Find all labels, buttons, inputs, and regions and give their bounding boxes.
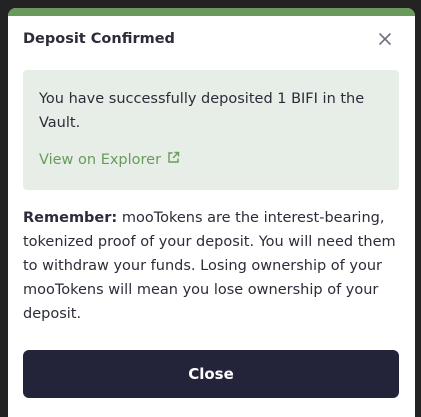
modal-title: Deposit Confirmed xyxy=(23,31,175,47)
close-button[interactable]: Close xyxy=(23,350,399,398)
modal-header: Deposit Confirmed xyxy=(8,16,415,62)
external-link-icon xyxy=(167,151,180,168)
modal-accent-bar xyxy=(8,8,415,16)
deposit-confirmed-modal: Deposit Confirmed You have successfully … xyxy=(8,8,415,417)
success-message-box: You have successfully deposited 1 BIFI i… xyxy=(23,70,399,190)
remember-notice: Remember: mooTokens are the interest-bea… xyxy=(23,206,401,326)
success-message: You have successfully deposited 1 BIFI i… xyxy=(39,91,365,131)
remember-text: mooTokens are the interest-bearing, toke… xyxy=(23,210,396,322)
view-on-explorer-link[interactable]: View on Explorer xyxy=(39,151,383,168)
explorer-link-label: View on Explorer xyxy=(39,151,162,168)
close-icon[interactable] xyxy=(375,29,395,49)
remember-label: Remember: xyxy=(23,210,118,226)
